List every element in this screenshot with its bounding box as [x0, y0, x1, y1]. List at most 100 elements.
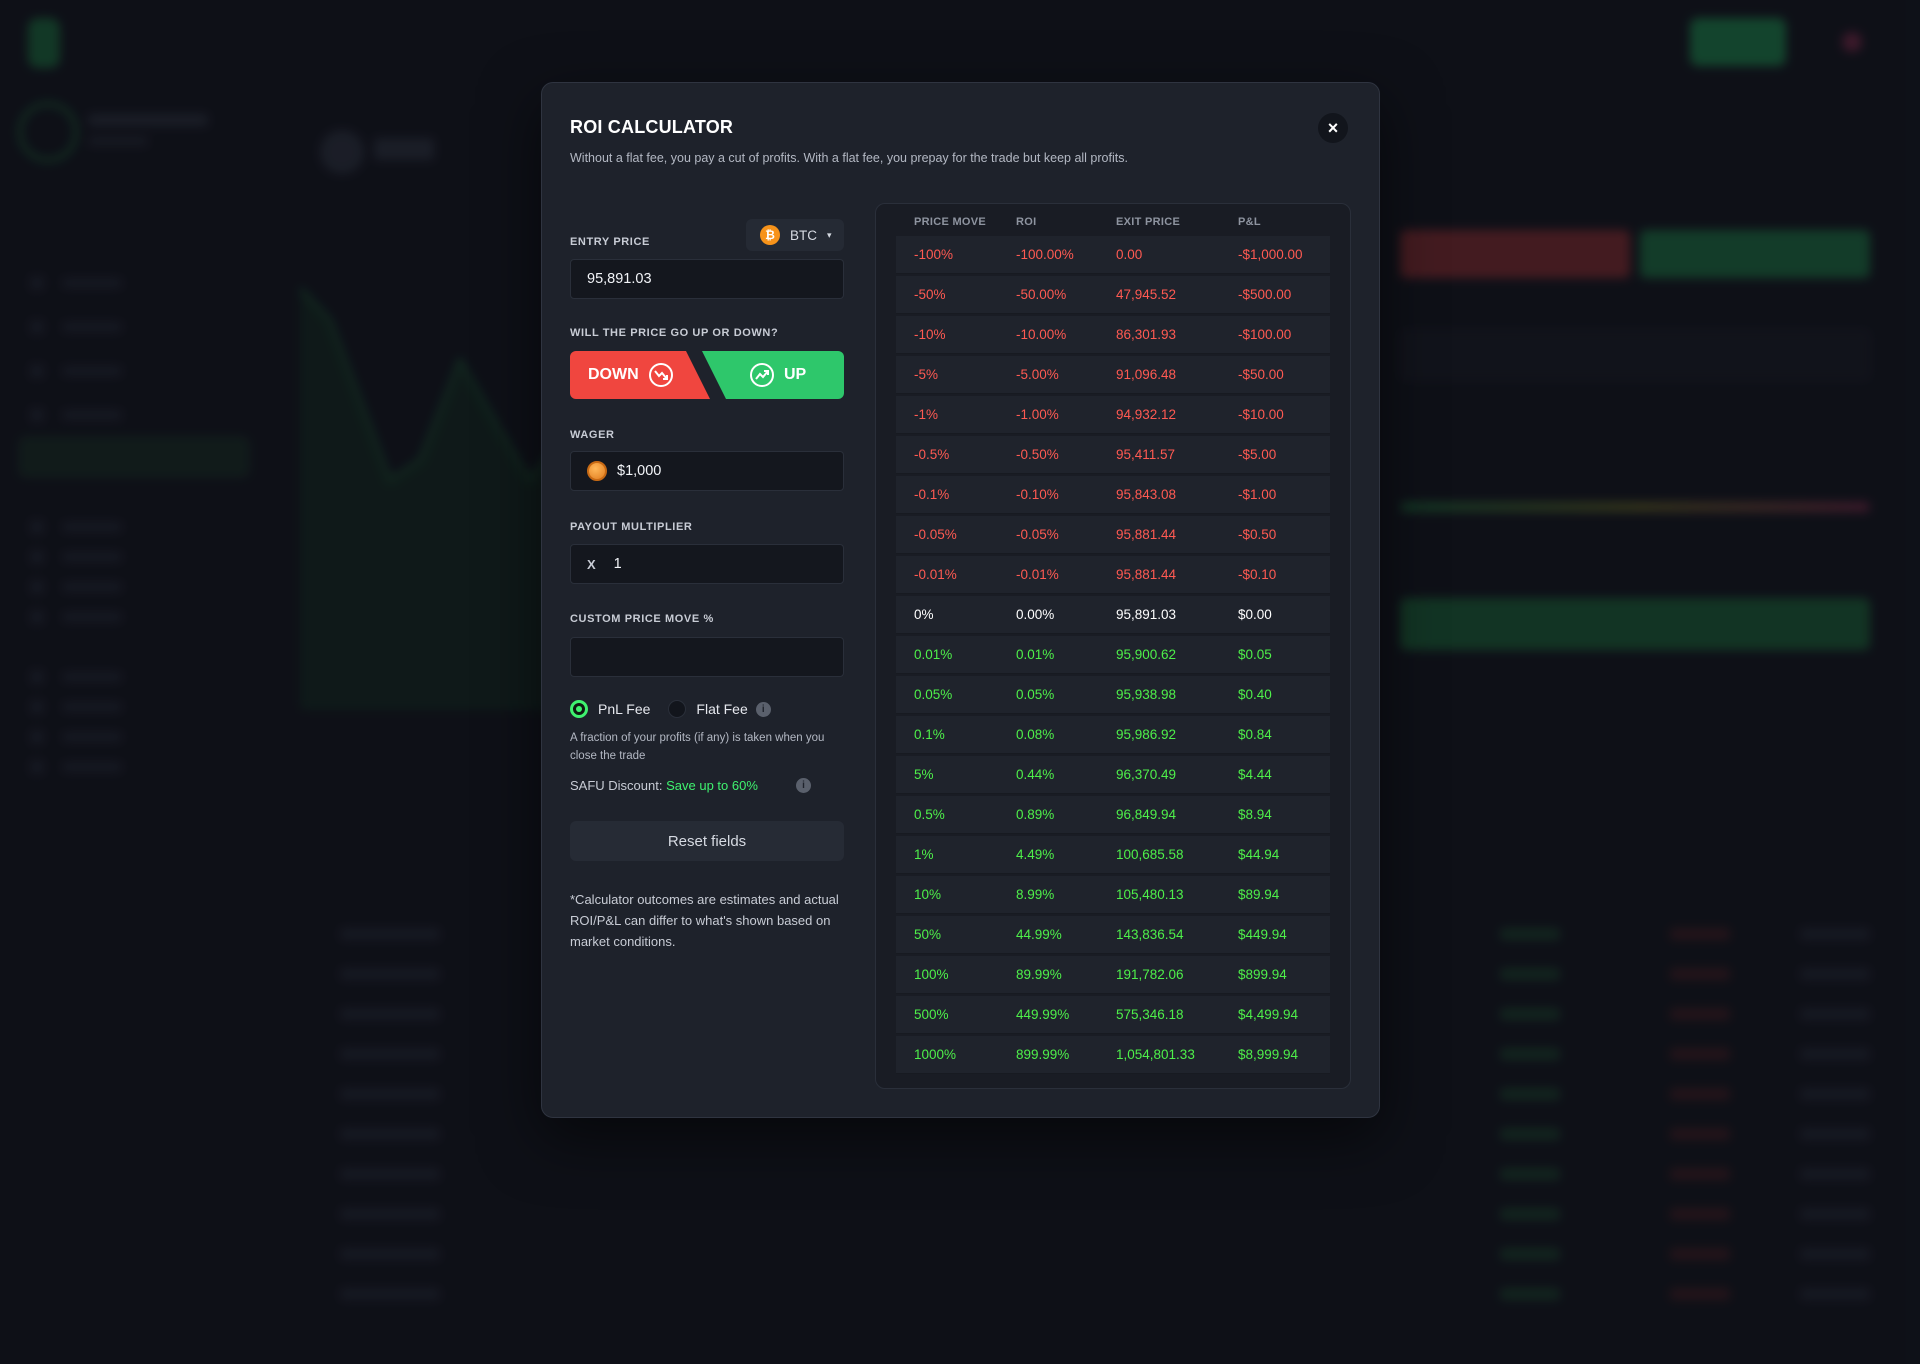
- cell-pnl: -$100.00: [1238, 327, 1292, 342]
- cell-price-move: 500%: [914, 1007, 949, 1022]
- cell-pnl: $4.44: [1238, 767, 1272, 782]
- cell-exit-price: 91,096.48: [1116, 367, 1177, 382]
- down-button[interactable]: DOWN: [570, 351, 710, 399]
- cell-pnl: $89.94: [1238, 887, 1280, 902]
- cell-exit-price: 95,900.62: [1116, 647, 1177, 662]
- table-row: -50% -50.00% 47,945.52 -$500.00: [896, 276, 1330, 314]
- cell-roi: 4.49%: [1016, 847, 1055, 862]
- cell-roi: 0.01%: [1016, 647, 1055, 662]
- table-row: 0.01% 0.01% 95,900.62 $0.05: [896, 636, 1330, 674]
- up-button[interactable]: UP: [702, 351, 844, 399]
- table-row: -0.05% -0.05% 95,881.44 -$0.50: [896, 516, 1330, 554]
- cell-price-move: 0.01%: [914, 647, 953, 662]
- cell-exit-price: 96,370.49: [1116, 767, 1177, 782]
- cell-exit-price: 86,301.93: [1116, 327, 1177, 342]
- cell-roi: -5.00%: [1016, 367, 1059, 382]
- payout-multiplier-label: PAYOUT MULTIPLIER: [570, 521, 693, 533]
- cell-pnl: -$500.00: [1238, 287, 1292, 302]
- cell-price-move: 5%: [914, 767, 934, 782]
- cell-pnl: $0.00: [1238, 607, 1272, 622]
- cell-roi: -1.00%: [1016, 407, 1059, 422]
- cell-roi: 449.99%: [1016, 1007, 1070, 1022]
- cell-roi: -0.10%: [1016, 487, 1059, 502]
- table-row: -10% -10.00% 86,301.93 -$100.00: [896, 316, 1330, 354]
- cell-roi: 44.99%: [1016, 927, 1062, 942]
- modal-title: ROI CALCULATOR: [570, 117, 734, 137]
- table-row: 0% 0.00% 95,891.03 $0.00: [896, 596, 1330, 634]
- cell-roi: 0.00%: [1016, 607, 1055, 622]
- table-row: 1000% 899.99% 1,054,801.33 $8,999.94: [896, 1036, 1330, 1074]
- cell-roi: -0.50%: [1016, 447, 1059, 462]
- cell-exit-price: 95,986.92: [1116, 727, 1177, 742]
- cell-price-move: 100%: [914, 967, 949, 982]
- cell-pnl: -$1.00: [1238, 487, 1277, 502]
- cell-exit-price: 47,945.52: [1116, 287, 1177, 302]
- cell-price-move: 0.05%: [914, 687, 953, 702]
- cell-pnl: $0.84: [1238, 727, 1272, 742]
- trend-up-icon: [750, 363, 774, 387]
- cell-roi: -10.00%: [1016, 327, 1067, 342]
- close-icon: ×: [1327, 117, 1339, 138]
- table-row: -1% -1.00% 94,932.12 -$10.00: [896, 396, 1330, 434]
- trend-down-icon: [648, 363, 673, 387]
- table-row: 5% 0.44% 96,370.49 $4.44: [896, 756, 1330, 794]
- cell-pnl: $0.05: [1238, 647, 1272, 662]
- direction-label: WILL THE PRICE GO UP OR DOWN?: [570, 327, 779, 339]
- cell-exit-price: 575,346.18: [1116, 1007, 1184, 1022]
- table-row: 0.1% 0.08% 95,986.92 $0.84: [896, 716, 1330, 754]
- table-row: 10% 8.99% 105,480.13 $89.94: [896, 876, 1330, 914]
- cell-price-move: 1%: [914, 847, 934, 862]
- flat-fee-radio[interactable]: [668, 700, 687, 718]
- payout-multiplier-input[interactable]: X 1: [570, 544, 844, 584]
- cell-price-move: -100%: [914, 247, 954, 262]
- wager-input[interactable]: $1,000: [570, 451, 844, 491]
- cell-roi: -100.00%: [1016, 247, 1074, 262]
- cell-price-move: -0.01%: [914, 567, 957, 582]
- table-row: 100% 89.99% 191,782.06 $899.94: [896, 956, 1330, 994]
- table-header: PRICE MOVE ROI EXIT PRICE P&L: [876, 204, 1352, 240]
- down-label: DOWN: [588, 366, 639, 383]
- table-row: 50% 44.99% 143,836.54 $449.94: [896, 916, 1330, 954]
- bitcoin-icon: ₿: [760, 225, 780, 245]
- cell-roi: -50.00%: [1016, 287, 1067, 302]
- cell-exit-price: 95,881.44: [1116, 527, 1177, 542]
- coin-selector[interactable]: ₿ BTC ▾: [746, 219, 844, 251]
- cell-exit-price: 105,480.13: [1116, 887, 1184, 902]
- reset-fields-button[interactable]: Reset fields: [570, 821, 844, 861]
- cell-exit-price: 100,685.58: [1116, 847, 1184, 862]
- wager-value: $1,000: [617, 463, 662, 479]
- cell-price-move: 0%: [914, 607, 934, 622]
- cell-exit-price: 94,932.12: [1116, 407, 1177, 422]
- info-icon[interactable]: i: [755, 701, 771, 717]
- table-row: 0.5% 0.89% 96,849.94 $8.94: [896, 796, 1330, 834]
- cell-pnl: $44.94: [1238, 847, 1280, 862]
- multiplier-value: 1: [613, 556, 622, 572]
- cell-exit-price: 95,843.08: [1116, 487, 1177, 502]
- cell-exit-price: 95,938.98: [1116, 687, 1177, 702]
- table-row: -0.01% -0.01% 95,881.44 -$0.10: [896, 556, 1330, 594]
- multiplier-x-icon: X: [587, 556, 596, 572]
- table-row: 0.05% 0.05% 95,938.98 $0.40: [896, 676, 1330, 714]
- header-pnl: P&L: [1238, 216, 1261, 228]
- cell-roi: -0.01%: [1016, 567, 1059, 582]
- entry-price-input[interactable]: 95,891.03: [570, 259, 844, 299]
- close-button[interactable]: ×: [1318, 113, 1348, 143]
- cell-pnl: -$0.50: [1238, 527, 1277, 542]
- flat-fee-label: Flat Fee: [696, 701, 748, 717]
- table-row: -100% -100.00% 0.00 -$1,000.00: [896, 236, 1330, 274]
- safu-info-icon[interactable]: i: [796, 778, 811, 793]
- cell-roi: 899.99%: [1016, 1047, 1070, 1062]
- table-row: 500% 449.99% 575,346.18 $4,499.94: [896, 996, 1330, 1034]
- cell-roi: -0.05%: [1016, 527, 1059, 542]
- cell-roi: 0.08%: [1016, 727, 1055, 742]
- cell-pnl: $8.94: [1238, 807, 1272, 822]
- cell-pnl: $4,499.94: [1238, 1007, 1299, 1022]
- roi-results-table: PRICE MOVE ROI EXIT PRICE P&L -100% -100.…: [875, 203, 1351, 1089]
- cell-exit-price: 95,891.03: [1116, 607, 1177, 622]
- table-row: 1% 4.49% 100,685.58 $44.94: [896, 836, 1330, 874]
- chevron-down-icon: ▾: [827, 229, 832, 240]
- pnl-fee-radio[interactable]: [570, 700, 588, 718]
- custom-price-move-input[interactable]: [570, 637, 844, 677]
- cell-price-move: 0.5%: [914, 807, 945, 822]
- cell-roi: 0.44%: [1016, 767, 1055, 782]
